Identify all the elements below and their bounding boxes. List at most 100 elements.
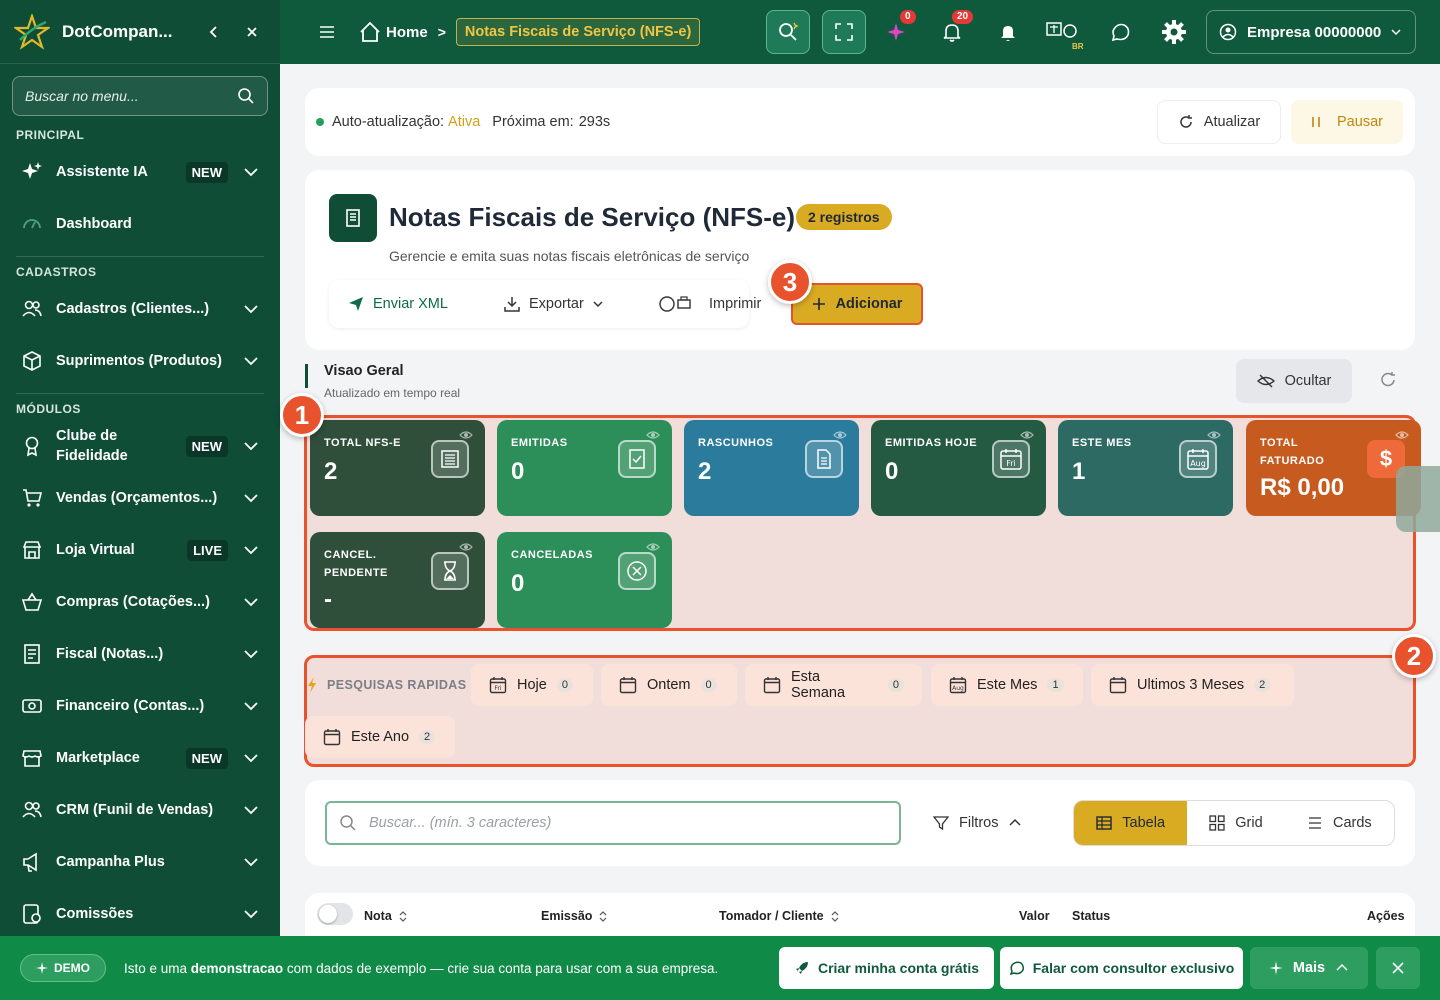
search-input[interactable]: Buscar... (mín. 3 caracteres)	[325, 801, 901, 845]
chevron-down-icon	[244, 168, 258, 177]
consultant-button[interactable]: Falar com consultor exclusivo	[1000, 947, 1243, 989]
fullscreen-button[interactable]	[822, 10, 866, 54]
quick-search-chip[interactable]: Esta Semana 0	[745, 664, 922, 706]
section-cadastros: CADASTROS	[16, 265, 97, 279]
sidebar-search[interactable]: Buscar no menu...	[12, 76, 268, 116]
stat-card[interactable]: EMITIDAS HOJE 0 Fri	[871, 420, 1046, 516]
sidebar-item-suprimentos[interactable]: Suprimentos (Produtos)	[0, 339, 280, 383]
search-placeholder: Buscar... (mín. 3 caracteres)	[369, 815, 552, 831]
quick-search-chip[interactable]: Fri Hoje 0	[471, 664, 593, 706]
stat-card[interactable]: EMITIDAS 0	[497, 420, 672, 516]
notifications-button[interactable]: 20	[938, 10, 974, 46]
ai-search-button[interactable]	[766, 10, 810, 54]
sidebar-item-label: Suprimentos (Produtos)	[56, 353, 222, 369]
view-table-label: Tabela	[1122, 815, 1166, 831]
select-all-toggle[interactable]	[317, 903, 353, 925]
sidebar-item-compras[interactable]: Compras (Cotações...)	[0, 580, 280, 624]
alerts-button[interactable]	[994, 18, 1022, 46]
page-subtitle: Gerencie e emita suas notas fiscais elet…	[389, 248, 750, 264]
sidebar-item-vendas[interactable]: Vendas (Orçamentos...)	[0, 476, 280, 520]
sidebar-item-loja-virtual[interactable]: Loja Virtual LIVE	[0, 528, 280, 572]
chevron-down-icon	[244, 598, 258, 607]
sidebar-search-input[interactable]: Buscar no menu...	[25, 88, 237, 104]
sidebar-item-marketplace[interactable]: Marketplace NEW	[0, 736, 280, 780]
svg-text:Aug: Aug	[952, 685, 964, 692]
store-icon	[20, 538, 44, 562]
sidebar-item-campanha-plus[interactable]: Campanha Plus	[0, 840, 280, 884]
view-cards-button[interactable]: Cards	[1285, 801, 1394, 845]
column-nota[interactable]: Nota	[364, 909, 408, 923]
search-icon	[779, 22, 799, 41]
stat-card[interactable]: TOTAL NFS-E 2	[310, 420, 485, 516]
view-table-button[interactable]: Tabela	[1074, 801, 1188, 845]
whatsapp-button[interactable]	[1106, 18, 1134, 46]
sidebar-item-crm[interactable]: CRM (Funil de Vendas)	[0, 788, 280, 832]
column-tomador[interactable]: Tomador / Cliente	[719, 909, 840, 923]
sidebar-item-clube-fidelidade[interactable]: Clube de Fidelidade NEW	[0, 424, 280, 468]
demo-badge: DEMO	[20, 954, 106, 982]
sidebar-item-label: Assistente IA	[56, 164, 148, 180]
divider	[16, 256, 264, 257]
refresh-button[interactable]: Atualizar	[1157, 100, 1281, 144]
region-button[interactable]: BR	[1044, 18, 1084, 51]
chip-label: Esta Semana	[791, 669, 846, 701]
stat-card[interactable]: TOTAL FATURADO R$ 0,00 $	[1246, 420, 1421, 516]
status-dot	[316, 118, 324, 126]
chevron-left-icon	[209, 25, 217, 38]
chip-count: 0	[887, 678, 904, 692]
chip-count: 2	[1254, 678, 1271, 692]
sidebar-item-financeiro[interactable]: Financeiro (Contas...)	[0, 684, 280, 728]
sidebar-item-assistente-ia[interactable]: Assistente IA NEW	[0, 150, 280, 194]
quick-search-chip[interactable]: Ultimos 3 Meses 2	[1091, 664, 1294, 706]
plus-icon	[812, 298, 825, 310]
refresh-icon[interactable]	[1378, 370, 1398, 390]
chip-label: Hoje	[517, 677, 547, 693]
breadcrumb-separator: >	[437, 24, 446, 40]
export-button[interactable]: Exportar	[503, 280, 604, 328]
settings-button[interactable]	[1160, 18, 1188, 46]
chip-label: Este Ano	[351, 729, 410, 745]
sidebar-item-cadastros[interactable]: Cadastros (Clientes...)	[0, 287, 280, 331]
sidebar-item-fiscal[interactable]: Fiscal (Notas...)	[0, 632, 280, 676]
stat-card[interactable]: RASCUNHOS 2	[684, 420, 859, 516]
create-account-button[interactable]: Criar minha conta grátis	[779, 947, 994, 989]
side-panel-tab[interactable]	[1396, 466, 1440, 532]
marker-3: 3	[768, 260, 812, 304]
menu-icon[interactable]	[316, 21, 338, 43]
close-sidebar-button[interactable]	[238, 18, 266, 46]
column-emissao[interactable]: Emissão	[541, 909, 608, 923]
sidebar-item-comissoes[interactable]: Comissões	[0, 892, 280, 936]
stat-card[interactable]: CANCEL. PENDENTE -	[310, 532, 485, 628]
send-xml-button[interactable]: Enviar XML	[347, 280, 448, 328]
quick-search-chip[interactable]: Ontem 0	[601, 664, 737, 706]
sidebar-item-label: Comissões	[56, 906, 134, 922]
gear-icon	[1162, 20, 1186, 44]
print-button[interactable]: Imprimir	[659, 280, 761, 328]
nfse-icon	[329, 194, 377, 242]
list-icon	[431, 440, 469, 478]
shop-icon	[20, 746, 44, 770]
cash-icon	[20, 694, 44, 718]
pause-button[interactable]: Pausar	[1291, 100, 1403, 144]
collapse-sidebar-button[interactable]	[200, 18, 228, 46]
commission-icon	[20, 902, 44, 926]
header-actions: Enviar XML Exportar Imprimir	[329, 280, 761, 328]
close-banner-button[interactable]	[1376, 947, 1420, 989]
more-button[interactable]: Mais	[1250, 947, 1368, 989]
breadcrumb-home[interactable]: Home	[386, 24, 428, 41]
sidebar-item-label: Fiscal (Notas...)	[56, 646, 164, 662]
stat-card[interactable]: CANCELADAS 0	[497, 532, 672, 628]
filters-button[interactable]: Filtros	[933, 801, 1022, 845]
sparkle-notifications-button[interactable]: 0	[884, 10, 916, 46]
sidebar-item-dashboard[interactable]: Dashboard	[0, 202, 280, 246]
demo-text: Isto e uma demonstracao com dados de exe…	[124, 961, 718, 976]
quick-search-chip[interactable]: Aug Este Mes 1	[931, 664, 1083, 706]
view-grid-button[interactable]: Grid	[1187, 801, 1284, 845]
basket-icon	[20, 590, 44, 614]
stat-card[interactable]: ESTE MES 1 Aug	[1058, 420, 1233, 516]
add-button[interactable]: Adicionar	[791, 283, 923, 325]
user-menu[interactable]: Empresa 00000000	[1206, 10, 1416, 54]
quick-search-chip[interactable]: Este Ano 2	[305, 716, 455, 758]
sidebar-item-label: Campanha Plus	[56, 854, 165, 870]
hide-overview-button[interactable]: Ocultar	[1236, 359, 1352, 403]
